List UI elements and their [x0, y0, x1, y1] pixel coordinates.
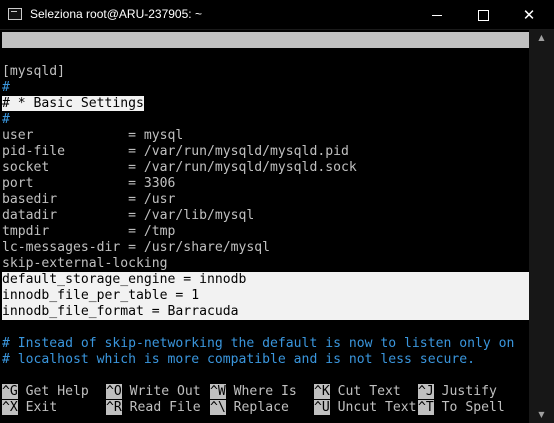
editor-line[interactable]: basedir = /usr: [2, 192, 175, 208]
shortcut-item[interactable]: ^R Read File: [106, 400, 201, 416]
shortcut-key: ^W: [210, 384, 226, 399]
shortcut-key: ^U: [314, 400, 330, 415]
editor-line-text: innodb_file_format = Barracuda: [2, 304, 239, 319]
close-button[interactable]: ✕: [506, 0, 552, 30]
editor-line-text: skip-external-locking: [2, 256, 168, 271]
nano-version: GNU nano 2.9.3: [33, 48, 160, 63]
shortcut-label: Exit: [17, 400, 58, 415]
shortcut-key: ^X: [2, 400, 18, 415]
window-title: Seleziona root@ARU-237905: ~: [30, 7, 202, 21]
shortcut-item[interactable]: ^J Justify: [418, 384, 497, 400]
shortcut-row-2: ^X Exit ^R Read File ^\ Replace ^U Uncut Te…: [2, 400, 529, 416]
editor-line-text: #: [2, 112, 10, 127]
scroll-up-icon[interactable]: ▲: [529, 30, 554, 46]
nano-status: Modified: [450, 48, 514, 63]
close-icon: ✕: [522, 5, 536, 24]
shortcut-key: ^T: [418, 400, 434, 415]
editor-line[interactable]: # Instead of skip-networking the default…: [2, 336, 514, 352]
editor-line-text: tmpdir = /tmp: [2, 224, 176, 239]
editor-line[interactable]: [mysqld]: [2, 64, 65, 80]
shortcut-item[interactable]: ^\ Replace: [210, 400, 289, 416]
editor-line-text: # Instead of skip-networking the default…: [2, 336, 515, 351]
minimize-button[interactable]: [414, 0, 460, 30]
shortcut-item[interactable]: ^W Where Is: [210, 384, 297, 400]
editor-line-text: lc-messages-dir = /usr/share/mysql: [2, 240, 271, 255]
editor-line-text: # * Basic Settings: [2, 96, 144, 111]
editor-line[interactable]: datadir = /var/lib/mysql: [2, 208, 254, 224]
shortcut-item[interactable]: ^G Get Help: [2, 384, 89, 400]
shortcut-item[interactable]: ^U Uncut Text: [314, 400, 417, 416]
editor-line-text: #: [2, 80, 10, 95]
editor-line[interactable]: #: [2, 80, 10, 96]
shortcut-label: Get Help: [17, 384, 89, 399]
editor-line-text: datadir = /var/lib/mysql: [2, 208, 255, 223]
editor-line[interactable]: user = mysql: [2, 128, 183, 144]
editor-line[interactable]: # localhost which is more compatible and…: [2, 352, 475, 368]
editor-line[interactable]: port = 3306: [2, 176, 175, 192]
shortcut-label: To Spell: [433, 400, 505, 415]
editor-line[interactable]: #: [2, 112, 10, 128]
editor-line[interactable]: pid-file = /var/run/mysqld/mysqld.pid: [2, 144, 349, 160]
vertical-scrollbar[interactable]: ▲ ▼: [529, 30, 554, 423]
shortcut-label: Justify: [433, 384, 497, 399]
shortcut-item[interactable]: ^K Cut Text: [314, 384, 401, 400]
editor-line[interactable]: tmpdir = /tmp: [2, 224, 175, 240]
editor-line-text: # localhost which is more compatible and…: [2, 352, 475, 367]
editor-line-text: innodb_file_per_table = 1: [2, 288, 200, 303]
nano-header-bar: GNU nano 2.9.3/etc/mysql/mysql.conf.d/my…: [2, 32, 529, 63]
editor-line[interactable]: innodb_file_format = Barracuda: [2, 304, 239, 320]
editor-line[interactable]: skip-external-locking: [2, 256, 168, 272]
editor-line-text: user = mysql: [2, 128, 184, 143]
editor-line-text: port = 3306: [2, 176, 176, 191]
editor-line[interactable]: default_storage_engine = innodb: [2, 272, 246, 288]
shortcut-label: Cut Text: [329, 384, 401, 399]
editor-line[interactable]: socket = /var/run/mysqld/mysqld.sock: [2, 160, 357, 176]
editor-line-text: basedir = /usr: [2, 192, 176, 207]
editor-line-text: [mysqld]: [2, 64, 66, 79]
maximize-icon: [477, 9, 489, 21]
editor-line[interactable]: lc-messages-dir = /usr/share/mysql: [2, 240, 270, 256]
nano-filename: /etc/mysql/mysql.conf.d/mysqld.cnf: [158, 48, 427, 63]
terminal-area[interactable]: GNU nano 2.9.3/etc/mysql/mysql.conf.d/my…: [0, 30, 554, 423]
shortcut-key: ^K: [314, 384, 330, 399]
shortcut-item[interactable]: ^O Write Out: [106, 384, 201, 400]
editor-line-text: pid-file = /var/run/mysqld/mysqld.pid: [2, 144, 349, 159]
terminal-icon: [8, 8, 22, 20]
shortcut-label: Uncut Text: [329, 400, 417, 415]
shortcut-key: ^R: [106, 400, 122, 415]
scroll-down-icon[interactable]: ▼: [529, 407, 554, 423]
editor-line-text: socket = /var/run/mysqld/mysqld.sock: [2, 160, 357, 175]
shortcut-key: ^G: [2, 384, 18, 399]
shortcut-label: Write Out: [121, 384, 201, 399]
shortcut-key: ^\: [210, 400, 226, 415]
shortcut-key: ^O: [106, 384, 122, 399]
shortcut-label: Read File: [121, 400, 201, 415]
shortcut-key: ^J: [418, 384, 434, 399]
editor-line-text: default_storage_engine = innodb: [2, 272, 247, 287]
maximize-button[interactable]: [460, 0, 506, 30]
editor-line[interactable]: # * Basic Settings: [2, 96, 144, 112]
shortcut-label: Replace: [225, 400, 289, 415]
window-titlebar: Seleziona root@ARU-237905: ~ ✕: [0, 0, 554, 30]
shortcut-item[interactable]: ^X Exit: [2, 400, 57, 416]
shortcut-item[interactable]: ^T To Spell: [418, 400, 505, 416]
shortcut-label: Where Is: [225, 384, 297, 399]
minimize-icon: [432, 14, 442, 16]
editor-line[interactable]: innodb_file_per_table = 1: [2, 288, 199, 304]
shortcut-row-1: ^G Get Help ^O Write Out ^W Where Is ^K Cut…: [2, 384, 529, 400]
